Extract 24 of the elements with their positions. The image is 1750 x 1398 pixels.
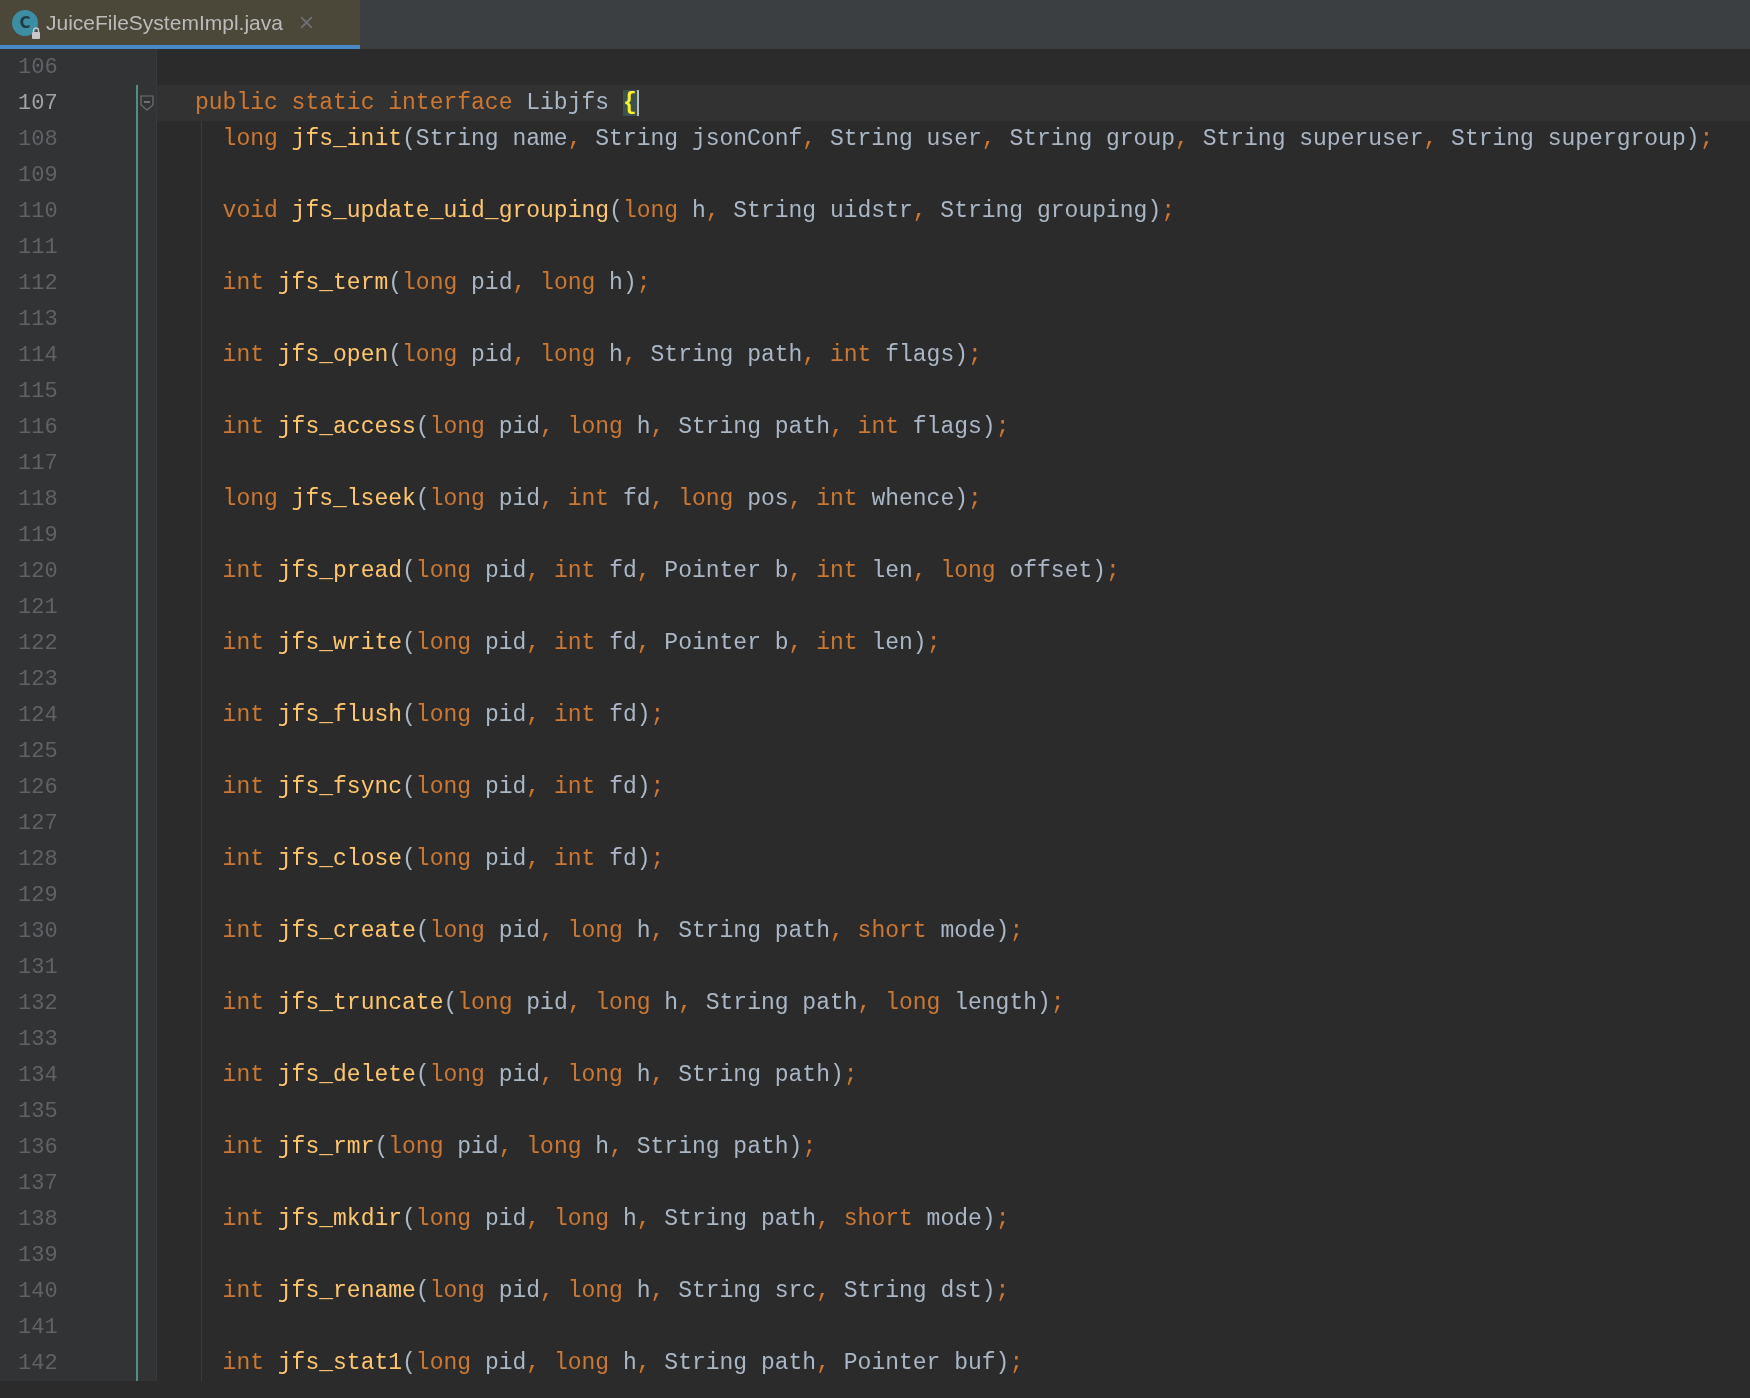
code-line: int jfs_write(long pid, int fd, Pointer b, int len); [222, 629, 941, 658]
close-icon[interactable] [298, 15, 314, 30]
code-line: int jfs_create(long pid, long h, String path, short mode); [222, 917, 1024, 946]
code-line: int jfs_term(long pid, long h); [222, 269, 651, 298]
code-line: long jfs_init(String name, String jsonConf, String user, String group, String superuser, String supergroup); [222, 125, 1714, 154]
code-line: int jfs_fsync(long pid, int fd); [222, 773, 665, 802]
code-line: int jfs_rmr(long pid, long h, String path); [222, 1133, 817, 1162]
code-line: public static interface Libjfs { [195, 89, 637, 118]
code-line: int jfs_stat1(long pid, long h, String path, Pointer buf); [222, 1349, 1024, 1378]
code-line: int jfs_delete(long pid, long h, String path); [222, 1061, 858, 1090]
code-line: int jfs_access(long pid, long h, String path, int flags); [222, 413, 1010, 442]
editor-tab[interactable]: C JuiceFileSystemImpl.java [0, 0, 360, 49]
class-icon: C [12, 9, 38, 36]
code-line: void jfs_update_uid_grouping(long h, String uidstr, String grouping); [222, 197, 1175, 226]
line-number: 107 [18, 90, 59, 116]
fold-icon[interactable] [140, 95, 154, 111]
code-line: int jfs_rename(long pid, long h, String src, String dst); [222, 1277, 1010, 1306]
code-line: int jfs_truncate(long pid, long h, String path, long length); [222, 989, 1065, 1018]
code-line: int jfs_pread(long pid, int fd, Pointer b, int len, long offset); [222, 557, 1120, 586]
code-line: int jfs_mkdir(long pid, long h, String path, short mode); [222, 1205, 1010, 1234]
code-line: int jfs_open(long pid, long h, String path, int flags); [222, 341, 982, 370]
code-line: int jfs_close(long pid, int fd); [222, 845, 665, 874]
code-line: int jfs_flush(long pid, int fd); [222, 701, 665, 730]
code-line: long jfs_lseek(long pid, int fd, long pos, int whence); [222, 485, 982, 514]
